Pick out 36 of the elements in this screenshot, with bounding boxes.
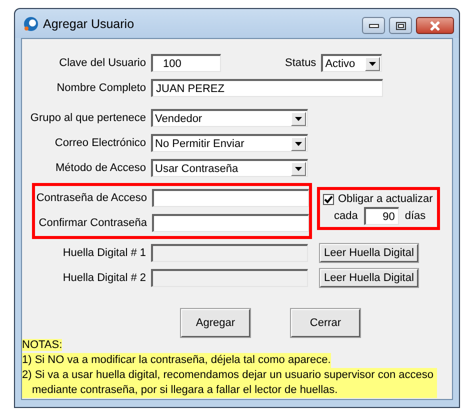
dialog-button[interactable]: Cerrar (291, 309, 360, 337)
field-label: Nombre Completo (56, 82, 146, 94)
close-icon (429, 20, 441, 30)
maximize-button[interactable] (389, 17, 412, 34)
text-field[interactable]: 100 (151, 54, 221, 72)
field-label: Grupo al que pertenece (29, 112, 146, 124)
field-label: Correo Electrónico (54, 137, 146, 149)
note-text: 2) Si va a usar huella digital, recomendamos dejar un usuario supervisor con acceso mediante contraseña, por si llegara a fallar el lector de huellas. (22, 368, 437, 398)
window-title: Agregar Usuario (43, 16, 136, 30)
field-label: Contraseña de Acceso (35, 192, 147, 204)
field-label: Huella Digital # 2 (62, 272, 146, 284)
field-label: cada (334, 210, 358, 222)
maximize-icon (396, 22, 406, 30)
field-label: Clave del Usuario (58, 57, 146, 69)
field-label: Status (285, 57, 316, 69)
text-field[interactable]: 90 (364, 207, 399, 225)
dropdown[interactable]: Usar Contraseña (151, 159, 308, 177)
field-label: días (404, 210, 426, 222)
dialog-button[interactable]: Agregar (181, 309, 250, 337)
field-label: Confirmar Contraseña (38, 217, 147, 229)
dropdown[interactable]: Activo (321, 54, 382, 72)
password-field[interactable] (152, 189, 309, 207)
field-label: Huella Digital # 1 (62, 247, 146, 259)
close-button[interactable] (416, 17, 454, 34)
note-text: 1) Si NO va a modificar la contraseña, déjela tal como aparece. (22, 353, 331, 368)
note-text: NOTAS: (22, 339, 62, 351)
dropdown[interactable]: No Permitir Enviar (151, 134, 308, 152)
minimize-icon (368, 24, 378, 28)
dropdown[interactable]: Vendedor (151, 109, 308, 127)
checkbox-label: Obligar a actualizar (338, 193, 433, 205)
text-field[interactable]: JUAN PEREZ (151, 79, 383, 97)
password-field[interactable] (152, 214, 309, 232)
field-label: Método de Acceso (54, 162, 146, 174)
app-icon (23, 16, 39, 32)
checkbox[interactable] (323, 194, 334, 204)
minimize-button[interactable] (362, 17, 385, 34)
